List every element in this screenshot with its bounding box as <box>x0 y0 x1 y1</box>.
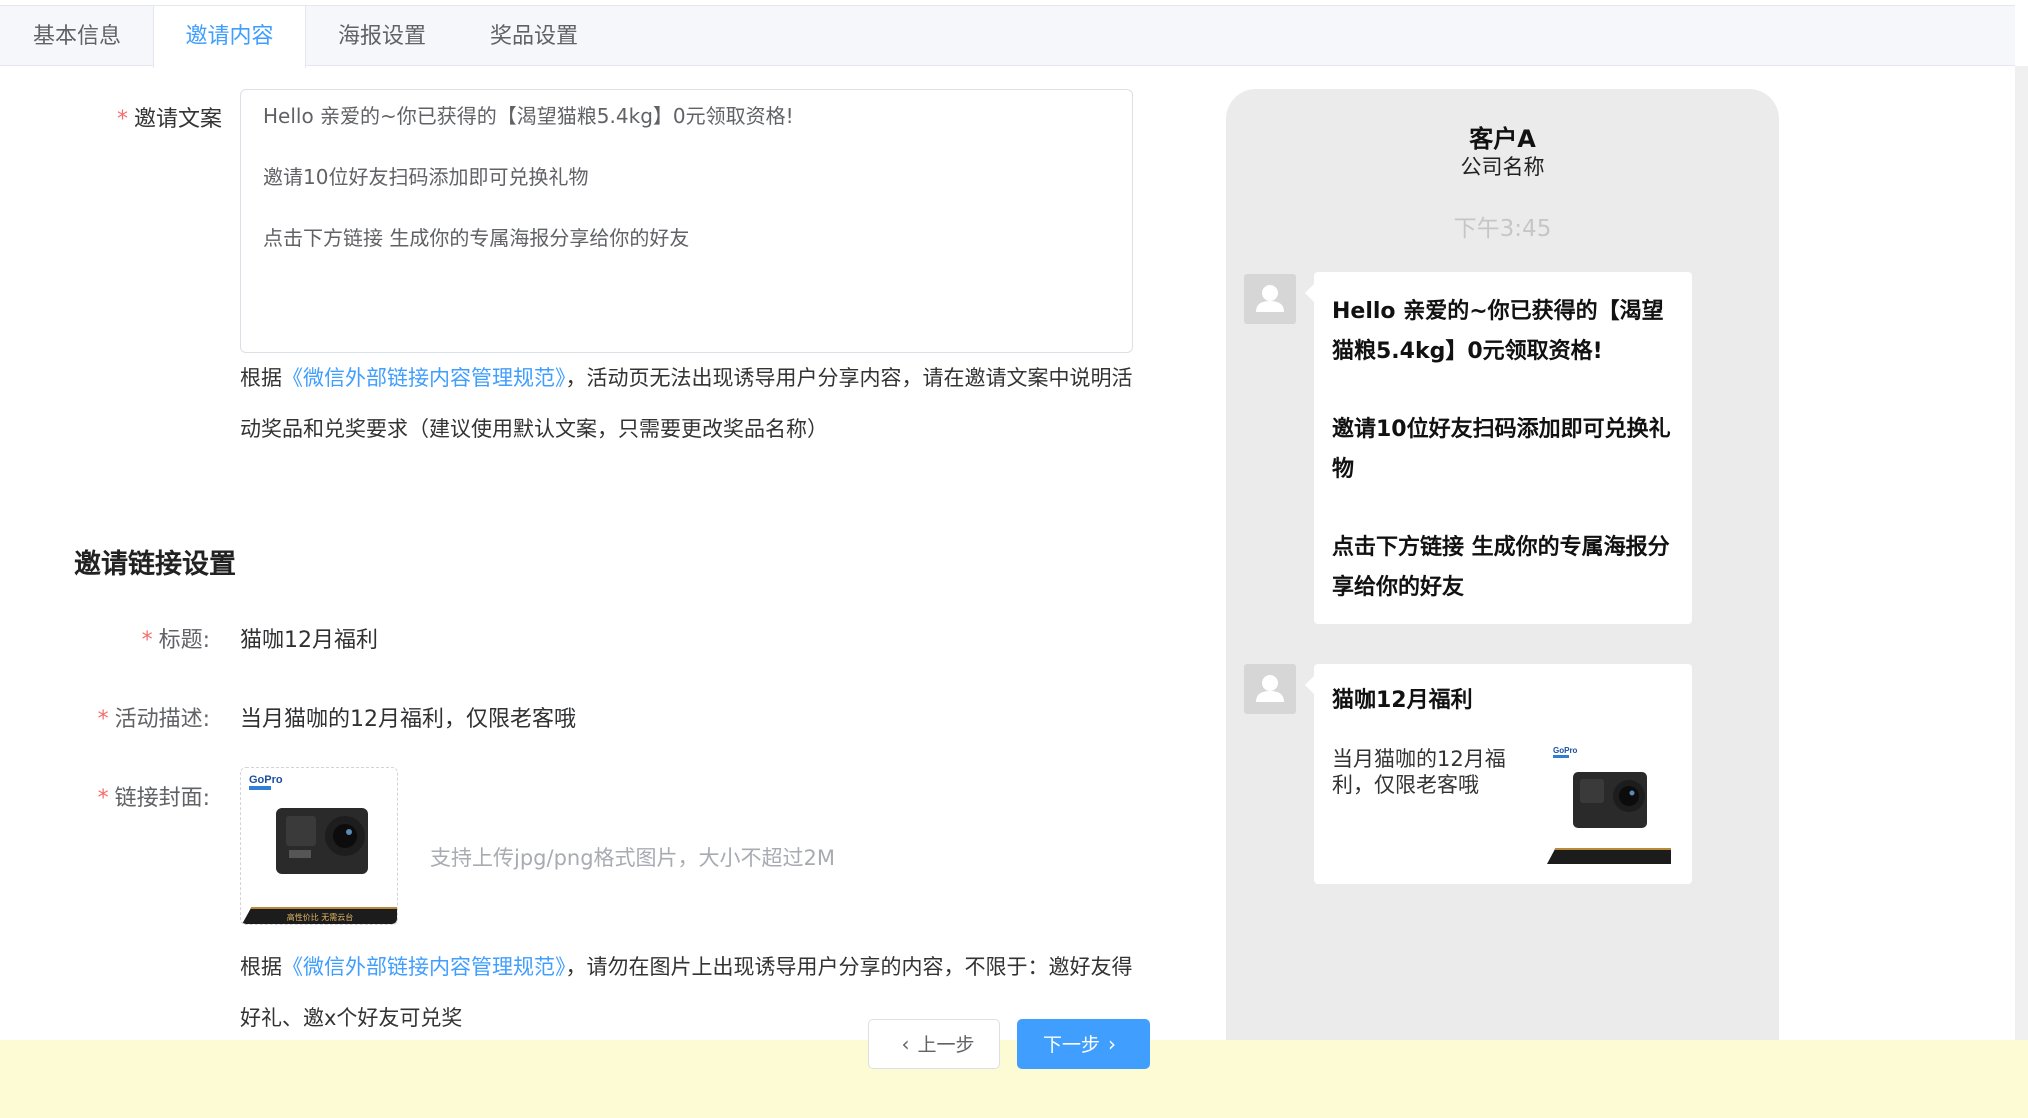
camera-image: GoPro 高性价比 无需云台 <box>241 768 397 924</box>
invite-text-line: 点击下方链接 生成你的专属海报分享给你的好友 <box>263 226 690 250</box>
user-icon <box>1256 675 1284 702</box>
tab-bar: 基本信息 邀请内容 海报设置 奖品设置 <box>0 5 2015 68</box>
link-card: 猫咖12月福利 当月猫咖的12月福利，仅限老客哦 GoPro <box>1305 664 1692 884</box>
message-bubble: Hello 亲爱的~你已获得的【渴望猫粮5.4kg】0元领取资格! 邀请10位好… <box>1305 272 1692 624</box>
preview-company: 公司名称 <box>1460 155 1545 179</box>
cover-brand: GoPro <box>249 774 283 786</box>
cover-ribbon: 高性价比 无需云台 <box>287 912 354 922</box>
invite-text-line: 邀请10位好友扫码添加即可兑换礼物 <box>263 165 589 189</box>
next-step-button[interactable]: 下一步 › <box>1017 1019 1150 1069</box>
description-value[interactable]: 当月猫咖的12月福利，仅限老客哦 <box>240 701 576 733</box>
card-brand: GoPro <box>1553 746 1578 755</box>
invite-text-textarea[interactable]: Hello 亲爱的~你已获得的【渴望猫粮5.4kg】0元领取资格! 邀请10位好… <box>240 89 1133 353</box>
footer-bar <box>0 1040 2028 1118</box>
chevron-left-icon: ‹ <box>901 1032 910 1056</box>
message-line: 邀请10位好友扫码添加即可兑换礼物 <box>1332 417 1671 482</box>
section-title: 邀请链接设置 <box>74 549 236 580</box>
cover-help: 根据《微信外部链接内容管理规范》，请勿在图片上出现诱导用户分享的内容，不限于：邀… <box>240 955 1133 1030</box>
message-line: 点击下方链接 生成你的专属海报分享给你的好友 <box>1332 535 1670 600</box>
card-image: GoPro <box>1547 744 1671 864</box>
camera-image: GoPro <box>1547 744 1671 864</box>
page: 基本信息 邀请内容 海报设置 奖品设置 * 邀请文案 Hello 亲爱的~你已获得… <box>0 0 2028 1118</box>
invite-text-help: 根据《微信外部链接内容管理规范》，活动页无法出现诱导用户分享内容，请在邀请文案中… <box>240 366 1133 441</box>
title-value[interactable]: 猫咖12月福利 <box>240 622 378 654</box>
avatar <box>1244 274 1296 324</box>
upload-tip: 支持上传jpg/png格式图片，大小不超过2M <box>430 846 836 870</box>
description-label: * 活动描述: <box>97 707 210 732</box>
invite-text-line: Hello 亲爱的~你已获得的【渴望猫粮5.4kg】0元领取资格! <box>263 104 794 128</box>
preview-time: 下午3:45 <box>1453 216 1552 242</box>
tab-poster-settings[interactable]: 海报设置 <box>306 6 458 67</box>
card-title: 猫咖12月福利 <box>1332 688 1473 713</box>
chat-preview: 客户A 公司名称 下午3:45 Hello 亲爱的~你已获得的【渴望猫粮5.4k… <box>1226 89 1779 1089</box>
message-line: Hello 亲爱的~你已获得的【渴望猫粮5.4kg】0元领取资格! <box>1332 299 1664 364</box>
chevron-right-icon: › <box>1108 1032 1116 1056</box>
invite-text-label: * 邀请文案 <box>116 107 222 132</box>
card-description: 当月猫咖的12月福利，仅限老客哦 <box>1332 747 1506 797</box>
prev-step-button[interactable]: ‹ 上一步 <box>868 1019 1000 1069</box>
tab-basic-info[interactable]: 基本信息 <box>0 6 154 67</box>
tab-prize-settings[interactable]: 奖品设置 <box>458 6 610 67</box>
scrollbar[interactable] <box>2015 66 2028 1046</box>
user-icon <box>1256 285 1284 312</box>
tab-invite-content[interactable]: 邀请内容 <box>153 6 306 68</box>
title-label: * 标题: <box>141 628 210 653</box>
wechat-rules-link[interactable]: 《微信外部链接内容管理规范》 <box>282 955 566 979</box>
wechat-rules-link[interactable]: 《微信外部链接内容管理规范》 <box>282 366 566 390</box>
cover-label: * 链接封面: <box>97 786 210 811</box>
cover-upload[interactable]: GoPro 高性价比 无需云台 <box>240 767 398 925</box>
preview-customer-name: 客户A <box>1469 125 1536 153</box>
avatar <box>1244 664 1296 714</box>
